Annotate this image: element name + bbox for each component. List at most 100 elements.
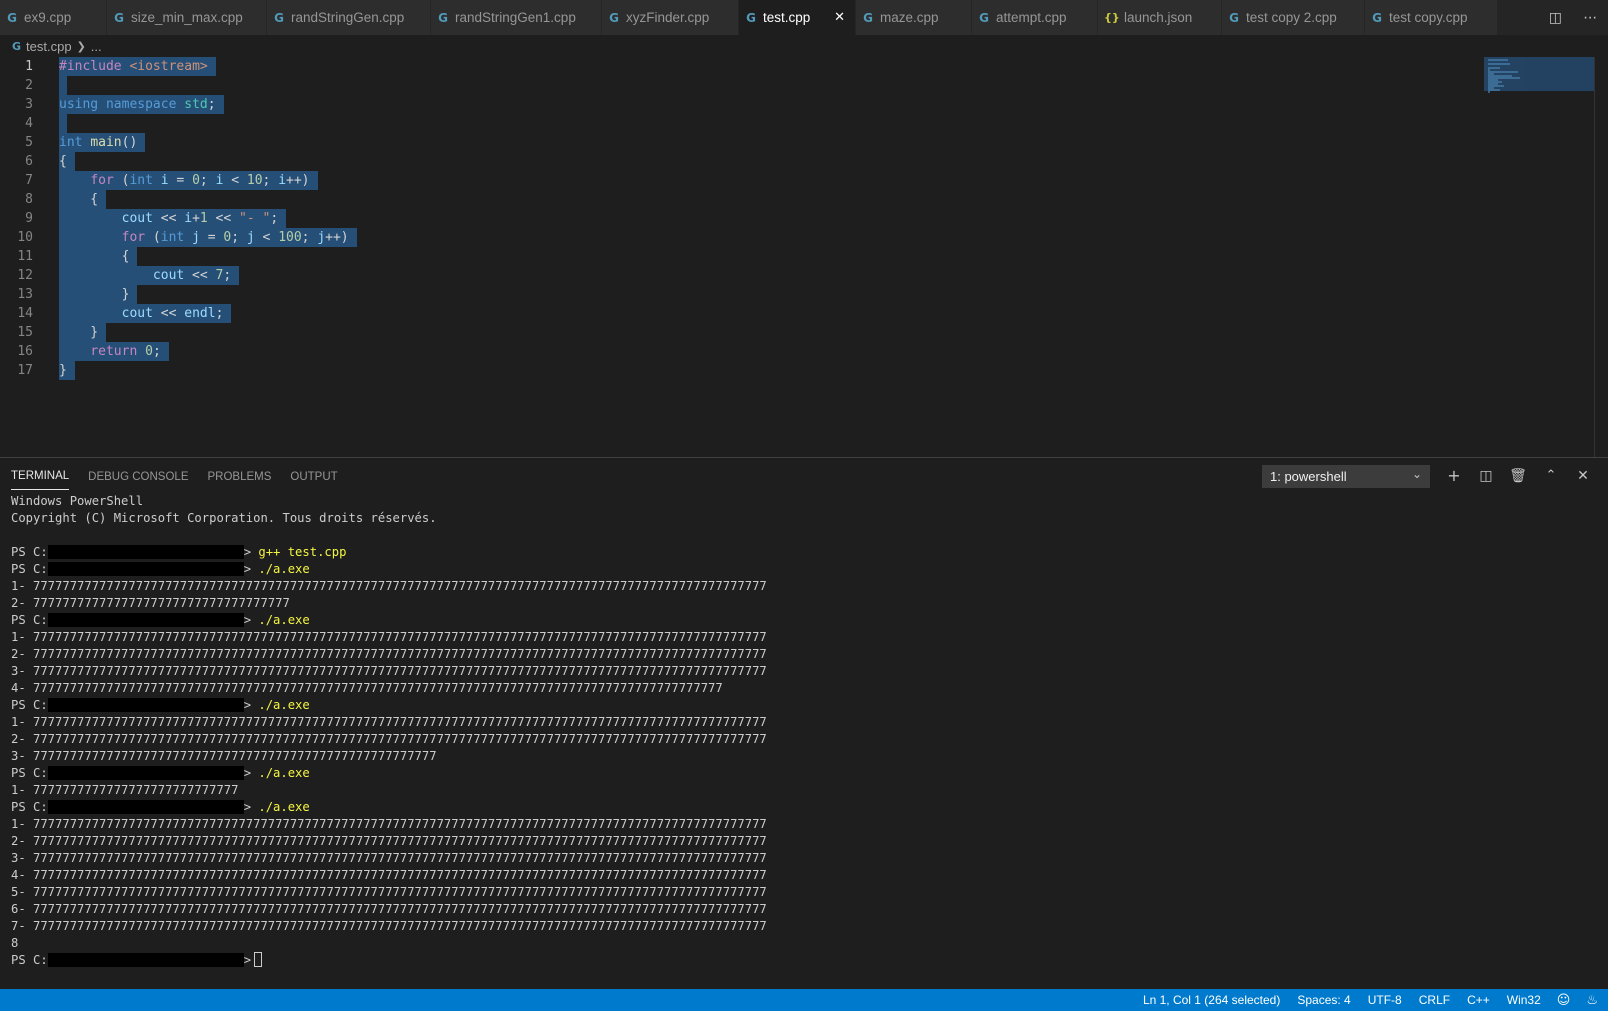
breadcrumb-file[interactable]: test.cpp [26, 39, 72, 54]
trash-icon[interactable]: 🗑 [1507, 465, 1529, 487]
minimap[interactable] [1484, 57, 1594, 93]
redacted-path [47, 561, 244, 576]
code-line[interactable]: using namespace std; [59, 95, 357, 114]
code-line[interactable] [59, 76, 357, 95]
notifications-bell-icon[interactable]: ♨ [1586, 993, 1598, 1008]
tab-xyzfinder-cpp[interactable]: GxyzFinder.cpp [602, 0, 739, 35]
terminal-output-line: 1- 7777777777777777777777777777777777777… [11, 817, 767, 831]
close-panel-icon[interactable]: ✕ [1572, 465, 1594, 487]
code-line[interactable]: cout << 7; [59, 266, 357, 285]
code-line[interactable]: { [59, 152, 357, 171]
code-line[interactable]: { [59, 247, 357, 266]
code-line[interactable]: for (int j = 0; j < 100; j++) [59, 228, 357, 247]
terminal-prompt-line: PS C: > ./a.exe [11, 697, 1601, 714]
selected-text: } [59, 285, 138, 304]
new-terminal-icon[interactable]: + [1443, 465, 1465, 487]
editor-scrollbar[interactable] [1594, 57, 1608, 457]
split-editor-icon[interactable]: ◫ [1549, 10, 1562, 26]
line-number: 5 [25, 135, 33, 150]
tab-test-copy-2-cpp[interactable]: Gtest copy 2.cpp [1222, 0, 1365, 35]
code-line[interactable]: return 0; [59, 342, 357, 361]
status-cursor-position[interactable]: Ln 1, Col 1 (264 selected) [1143, 993, 1280, 1007]
tab-randstringgen-cpp[interactable]: GrandStringGen.cpp [267, 0, 431, 35]
feedback-icon[interactable]: ☺ [1557, 993, 1571, 1008]
code-line[interactable]: cout << i+1 << "- "; [59, 209, 357, 228]
tab-debug-console[interactable]: DEBUG CONSOLE [88, 462, 188, 490]
line-number: 2 [25, 78, 33, 93]
terminal-output-line: 2- 7777777777777777777777777777777777777… [11, 732, 767, 746]
status-indentation[interactable]: Spaces: 4 [1297, 993, 1350, 1007]
tab-output[interactable]: OUTPUT [290, 462, 337, 490]
panel-tabs: TERMINAL DEBUG CONSOLE PROBLEMS OUTPUT [0, 458, 357, 493]
selected-text [59, 114, 67, 133]
terminal-output-line: 7- 7777777777777777777777777777777777777… [11, 919, 767, 933]
tab-randstringgen1-cpp[interactable]: GrandStringGen1.cpp [431, 0, 602, 35]
tab-test-cpp[interactable]: Gtest.cpp ✕ [739, 0, 856, 35]
cpp-icon: G [7, 10, 17, 25]
terminal-output-line: 1- 7777777777777777777777777777777777777… [11, 579, 767, 593]
breadcrumb: G test.cpp ❯ ... [0, 35, 1608, 57]
breadcrumb-symbol[interactable]: ... [91, 39, 102, 54]
chevron-right-icon: ❯ [76, 39, 86, 53]
bottom-panel: TERMINAL DEBUG CONSOLE PROBLEMS OUTPUT 1… [0, 457, 1608, 989]
terminal-output-line: 4- 7777777777777777777777777777777777777… [11, 681, 723, 695]
tab-test-copy-cpp[interactable]: Gtest copy.cpp [1365, 0, 1498, 35]
redacted-path [47, 697, 244, 712]
redacted-path [47, 544, 244, 559]
code-line[interactable] [59, 114, 357, 133]
tab-label: test.cpp [763, 10, 811, 25]
terminal-output-line: 2- 7777777777777777777777777777777777777… [11, 647, 767, 661]
prompt-suffix: > [243, 766, 252, 780]
code-line[interactable]: for (int i = 0; i < 10; i++) [59, 171, 357, 190]
cpp-icon: G [438, 10, 448, 25]
line-number: 1 [25, 59, 33, 74]
terminal-select[interactable]: 1: powershell ⌄ [1262, 465, 1430, 488]
code-line[interactable]: } [59, 361, 357, 380]
code-content[interactable]: #include <iostream> using namespace std; i… [59, 57, 357, 380]
more-actions-icon[interactable]: ⋯ [1583, 10, 1597, 26]
line-number: 13 [17, 287, 33, 302]
terminal-copyright: Copyright (C) Microsoft Corporation. Tou… [11, 511, 437, 525]
terminal-output-line: 2- 77777777777777777777777777777777777 [11, 596, 290, 610]
minimap-line [1488, 91, 1490, 93]
editor-tab-bar: Gex9.cpp Gsize_min_max.cpp GrandStringGen.… [0, 0, 1608, 35]
tab-problems[interactable]: PROBLEMS [207, 462, 271, 490]
tab-size-min-max-cpp[interactable]: Gsize_min_max.cpp [107, 0, 267, 35]
code-line[interactable]: int main() [59, 133, 357, 152]
line-number: 8 [25, 192, 33, 207]
line-number: 6 [25, 154, 33, 169]
terminal-output-line: 3- 7777777777777777777777777777777777777… [11, 749, 437, 763]
selected-text: } [59, 323, 107, 342]
cpp-icon: G [1372, 10, 1382, 25]
status-language[interactable]: C++ [1467, 993, 1490, 1007]
selected-text: using namespace std; [59, 95, 224, 114]
prompt-prefix: PS C: [11, 545, 48, 559]
code-line[interactable]: cout << endl; [59, 304, 357, 323]
terminal-output-line: 5- 7777777777777777777777777777777777777… [11, 885, 767, 899]
selected-text: int main() [59, 133, 146, 152]
tab-terminal[interactable]: TERMINAL [11, 461, 70, 490]
split-terminal-icon[interactable]: ◫ [1475, 465, 1497, 487]
tab-maze-cpp[interactable]: Gmaze.cpp [856, 0, 972, 35]
terminal-output[interactable]: Windows PowerShell Copyright (C) Microsof… [11, 493, 1601, 969]
tab-ex9-cpp[interactable]: Gex9.cpp [0, 0, 107, 35]
maximize-panel-icon[interactable]: ⌃ [1540, 465, 1562, 487]
code-editor[interactable]: 1 2 3 4 5 6 7 8 9 10 11 12 13 14 15 16 17 #include <iost… [0, 57, 1608, 457]
tab-launch-json[interactable]: {} launch.json [1098, 0, 1222, 35]
code-line[interactable]: #include <iostream> [59, 57, 357, 76]
close-icon[interactable]: ✕ [834, 10, 845, 25]
code-line[interactable]: { [59, 190, 357, 209]
status-eol[interactable]: CRLF [1419, 993, 1450, 1007]
tab-label: test copy 2.cpp [1246, 10, 1337, 25]
status-platform[interactable]: Win32 [1507, 993, 1541, 1007]
code-line[interactable]: } [59, 285, 357, 304]
tab-attempt-cpp[interactable]: Gattempt.cpp [972, 0, 1098, 35]
prompt-prefix: PS C: [11, 698, 48, 712]
prompt-suffix: > [243, 562, 252, 576]
status-encoding[interactable]: UTF-8 [1368, 993, 1402, 1007]
terminal-blank [11, 527, 1601, 544]
tab-label: xyzFinder.cpp [626, 10, 710, 25]
line-number: 4 [25, 116, 33, 131]
code-line[interactable]: } [59, 323, 357, 342]
cpp-icon: G [114, 10, 124, 25]
